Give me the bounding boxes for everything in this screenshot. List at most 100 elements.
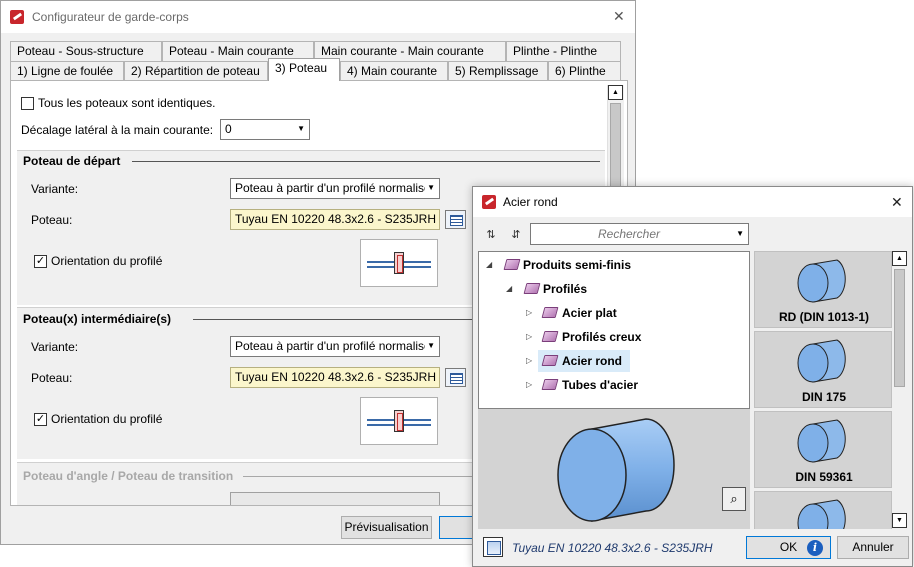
collapsed-arrow-icon[interactable]: ▷ bbox=[526, 356, 532, 365]
folder-book-icon bbox=[503, 259, 521, 270]
collapsed-arrow-icon[interactable]: ▷ bbox=[526, 380, 532, 389]
start-post-heading: Poteau de départ bbox=[23, 154, 125, 168]
start-variant-value: Poteau à partir d'un profilé normalisé bbox=[235, 181, 431, 195]
main-titlebar[interactable]: Configurateur de garde-corps ✕ bbox=[1, 1, 635, 33]
variant-label: Variante: bbox=[31, 182, 79, 196]
chevron-down-icon[interactable]: ▼ bbox=[736, 229, 744, 238]
tree-item-steel-tubes[interactable]: ▷ Tubes d'acier bbox=[481, 374, 741, 396]
collapsed-arrow-icon[interactable]: ▷ bbox=[526, 332, 532, 341]
round-bar-thumbnail-icon bbox=[797, 419, 846, 463]
tab-plinth[interactable]: 6) Plinthe bbox=[548, 61, 621, 81]
scroll-up-arrow-icon[interactable]: ▲ bbox=[608, 85, 623, 100]
expanded-arrow-icon[interactable]: ◢ bbox=[486, 260, 492, 269]
info-icon[interactable]: i bbox=[807, 540, 823, 556]
app-logo-icon bbox=[10, 10, 24, 24]
tree-item-profiles[interactable]: ◢ Profilés bbox=[481, 278, 741, 300]
profile-orientation-preview[interactable] bbox=[360, 397, 438, 445]
scroll-up-arrow-icon[interactable]: ▲ bbox=[892, 251, 907, 266]
search-box[interactable]: ▼ bbox=[530, 223, 749, 245]
profile-section-icon bbox=[394, 252, 404, 274]
tab-post-substructure[interactable]: Poteau - Sous-structure bbox=[10, 41, 162, 61]
identical-posts-label: Tous les poteaux sont identiques. bbox=[38, 96, 216, 110]
close-icon[interactable]: ✕ bbox=[613, 9, 625, 23]
round-bar-thumbnail-icon bbox=[797, 339, 846, 383]
offset-label: Décalage latéral à la main courante: bbox=[21, 123, 214, 137]
tree-item-round-steel[interactable]: ▷ Acier rond bbox=[481, 350, 741, 372]
tree-item-label: Acier plat bbox=[562, 306, 617, 320]
tree-item-label: Tubes d'acier bbox=[562, 378, 638, 392]
catalog-browse-button[interactable] bbox=[445, 210, 466, 229]
selected-part-status: Tuyau EN 10220 48.3x2.6 - S235JRH bbox=[512, 541, 713, 555]
orientation-label: Orientation du profilé bbox=[51, 412, 163, 426]
chevron-down-icon: ▼ bbox=[425, 183, 435, 192]
cancel-button[interactable]: Annuler bbox=[837, 536, 909, 559]
intermediate-orientation-checkbox[interactable]: ✓ bbox=[34, 413, 47, 426]
collapsed-arrow-icon[interactable]: ▷ bbox=[526, 308, 532, 317]
sort-ascending-icon[interactable]: ⇅ bbox=[481, 225, 501, 245]
tree-item-label: Profilés creux bbox=[562, 330, 642, 344]
divider bbox=[132, 161, 600, 162]
chevron-down-icon: ▼ bbox=[425, 341, 435, 350]
post-label: Poteau: bbox=[31, 371, 73, 385]
sort-descending-icon[interactable]: ⇵ bbox=[506, 225, 526, 245]
scroll-down-arrow-icon[interactable]: ▼ bbox=[892, 513, 907, 528]
catalog-item-label: DIN 175 bbox=[801, 390, 847, 404]
profile-orientation-preview[interactable] bbox=[360, 239, 438, 287]
catalog-item-rd[interactable]: RD (DIN 1013-1) bbox=[754, 251, 892, 328]
image-preview-icon[interactable] bbox=[483, 537, 503, 557]
tab-handrail-handrail[interactable]: Main courante - Main courante bbox=[314, 41, 506, 61]
catalog-item-label: RD (DIN 1013-1) bbox=[778, 310, 870, 324]
tab-plinth-plinth[interactable]: Plinthe - Plinthe bbox=[506, 41, 621, 61]
chevron-down-icon: ▼ bbox=[297, 124, 305, 133]
tab-tread-line[interactable]: 1) Ligne de foulée bbox=[10, 61, 124, 81]
catalog-browse-button[interactable] bbox=[445, 368, 466, 387]
post-label: Poteau: bbox=[31, 213, 73, 227]
popup-titlebar[interactable]: Acier rond ✕ bbox=[473, 187, 912, 217]
popup-title: Acier rond bbox=[503, 195, 558, 209]
zoom-in-icon[interactable]: ⌕ bbox=[722, 487, 746, 511]
round-bar-thumbnail-icon bbox=[797, 259, 846, 303]
preview-button[interactable]: Prévisualisation bbox=[341, 516, 432, 539]
catalog-item-more[interactable] bbox=[754, 491, 892, 529]
catalog-tree[interactable]: ◢ Produits semi-finis ◢ Profilés ▷ Acier… bbox=[478, 251, 750, 409]
app-logo-icon bbox=[482, 195, 496, 209]
orientation-label: Orientation du profilé bbox=[51, 254, 163, 268]
folder-book-icon bbox=[541, 307, 559, 318]
start-variant-select[interactable]: Poteau à partir d'un profilé normalisé ▼ bbox=[230, 178, 440, 199]
scroll-thumb[interactable] bbox=[894, 269, 905, 387]
tree-item-label: Produits semi-finis bbox=[523, 258, 632, 272]
tab-post-distribution[interactable]: 2) Répartition de poteau bbox=[124, 61, 268, 81]
tree-item-flat-steel[interactable]: ▷ Acier plat bbox=[481, 302, 741, 324]
round-bar-preview-icon bbox=[557, 418, 675, 522]
catalog-scrollbar[interactable]: ▲ ▼ bbox=[892, 251, 908, 529]
catalog-item-label: DIN 59361 bbox=[795, 470, 853, 484]
variant-label: Variante: bbox=[31, 340, 79, 354]
offset-value: 0 bbox=[225, 122, 232, 136]
catalog-item-din59361[interactable]: DIN 59361 bbox=[754, 411, 892, 488]
tab-infill[interactable]: 5) Remplissage bbox=[448, 61, 548, 81]
folder-book-icon bbox=[541, 379, 559, 390]
catalog-item-din175[interactable]: DIN 175 bbox=[754, 331, 892, 408]
catalog-thumbnails: RD (DIN 1013-1) DIN 175 DIN 59361 ▲ ▼ bbox=[754, 251, 908, 529]
profile-section-icon bbox=[394, 410, 404, 432]
search-input[interactable] bbox=[531, 224, 727, 244]
close-icon[interactable]: ✕ bbox=[891, 195, 903, 209]
start-post-field[interactable]: Tuyau EN 10220 48.3x2.6 - S235JRH bbox=[230, 209, 440, 230]
intermediate-post-heading: Poteau(x) intermédiaire(s) bbox=[23, 312, 176, 326]
start-orientation-checkbox[interactable]: ✓ bbox=[34, 255, 47, 268]
tab-handrail[interactable]: 4) Main courante bbox=[340, 61, 448, 81]
catalog-popup: Acier rond ✕ ⇅ ⇵ ▼ ◢ Produits semi-finis… bbox=[472, 186, 913, 567]
tree-item-hollow-profiles[interactable]: ▷ Profilés creux bbox=[481, 326, 741, 348]
intermediate-post-field[interactable]: Tuyau EN 10220 48.3x2.6 - S235JRH bbox=[230, 367, 440, 388]
intermediate-variant-select[interactable]: Poteau à partir d'un profilé normalisé ▼ bbox=[230, 336, 440, 357]
tree-item-semi-finished[interactable]: ◢ Produits semi-finis bbox=[481, 254, 741, 276]
corner-variant-select bbox=[230, 492, 440, 505]
tree-item-label: Acier rond bbox=[562, 354, 623, 368]
offset-select[interactable]: 0 ▼ bbox=[220, 119, 310, 140]
folder-book-icon bbox=[541, 331, 559, 342]
tab-post[interactable]: 3) Poteau bbox=[268, 58, 340, 81]
ok-button-label: OK bbox=[779, 540, 798, 554]
intermediate-variant-value: Poteau à partir d'un profilé normalisé bbox=[235, 339, 431, 353]
identical-posts-checkbox[interactable] bbox=[21, 97, 34, 110]
expanded-arrow-icon[interactable]: ◢ bbox=[506, 284, 512, 293]
